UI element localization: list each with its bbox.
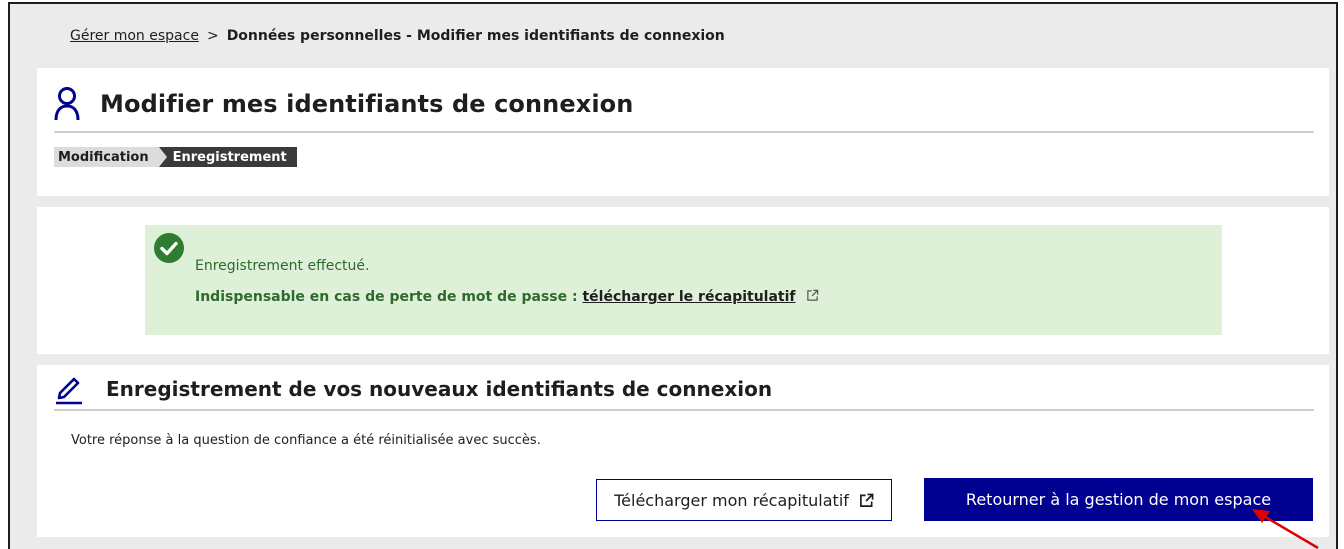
- page-title-row: Modifier mes identifiants de connexion: [54, 86, 633, 122]
- breadcrumb-link-gerer-mon-espace[interactable]: Gérer mon espace: [70, 28, 199, 44]
- return-to-space-label: Retourner à la gestion de mon espace: [965, 490, 1272, 509]
- message-card: Enregistrement effectué. Indispensable e…: [37, 207, 1329, 354]
- pencil-icon: [56, 377, 82, 405]
- step-enregistrement: Enregistrement: [158, 147, 297, 167]
- alert-hint-prefix: Indispensable en cas de perte de mot de …: [195, 289, 578, 305]
- breadcrumb-current: Données personnelles - Modifier mes iden…: [226, 28, 725, 44]
- check-circle-icon: [154, 233, 184, 263]
- download-summary-link[interactable]: télécharger le récapitulatif: [582, 289, 795, 305]
- record-message: Votre réponse à la question de confiance…: [71, 433, 541, 448]
- step-modification: Modification: [54, 147, 167, 167]
- external-link-icon: [807, 289, 819, 301]
- stepper: Modification Enregistrement: [54, 147, 297, 167]
- page-frame: Gérer mon espace > Données personnelles - …: [8, 2, 1338, 549]
- record-title: Enregistrement de vos nouveaux identifia…: [106, 377, 773, 401]
- success-alert: Enregistrement effectué. Indispensable e…: [145, 225, 1222, 335]
- alert-hint: Indispensable en cas de perte de mot de …: [195, 289, 819, 305]
- breadcrumb-separator: >: [206, 28, 219, 44]
- header-card: Modifier mes identifiants de connexion M…: [37, 68, 1329, 196]
- record-title-row: Enregistrement de vos nouveaux identifia…: [54, 373, 772, 405]
- download-summary-button[interactable]: Télécharger mon récapitulatif: [596, 479, 892, 521]
- page-title: Modifier mes identifiants de connexion: [100, 90, 634, 118]
- user-icon: [54, 87, 80, 121]
- external-link-icon: [859, 493, 874, 507]
- title-divider: [54, 131, 1314, 133]
- record-divider: [54, 409, 1314, 411]
- record-card: Enregistrement de vos nouveaux identifia…: [37, 365, 1329, 537]
- alert-message: Enregistrement effectué.: [195, 258, 370, 274]
- annotation-arrow-icon: [1252, 509, 1319, 549]
- download-summary-label: Télécharger mon récapitulatif: [614, 490, 849, 510]
- breadcrumb: Gérer mon espace > Données personnelles - …: [70, 28, 725, 44]
